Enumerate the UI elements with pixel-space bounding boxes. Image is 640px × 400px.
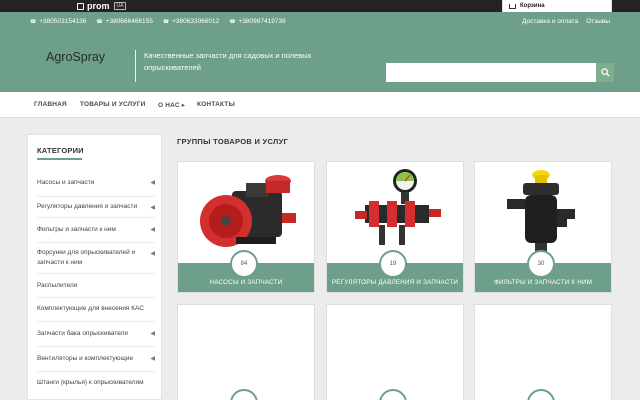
search-icon (600, 68, 610, 77)
cart-label: Корзина (520, 3, 545, 9)
sidebar-item-label: Запчасти бака опрыскивателя (37, 330, 128, 337)
sidebar-item-nozzles[interactable]: Форсунки для опрыскивателей и запчасти к… (37, 243, 155, 274)
prom-logo-icon (77, 2, 84, 10)
sidebar-item-sprayers[interactable]: Распылители (37, 274, 155, 298)
sidebar-item-label: Штанги (крылья) к опрыскивателям (37, 379, 144, 386)
card-count-badge (527, 389, 555, 400)
header-divider (135, 50, 136, 82)
reviews-link[interactable]: Отзывы (586, 18, 610, 25)
prom-logo[interactable]: prom UA (77, 1, 127, 11)
chevron-left-icon: ◀ (150, 331, 155, 337)
search-button[interactable] (596, 63, 614, 82)
product-image (178, 162, 314, 263)
card-count-badge: 30 (527, 250, 555, 278)
card-count-badge (379, 389, 407, 400)
cart-icon (509, 3, 516, 9)
top-bar: prom UA Корзина (0, 0, 640, 13)
sidebar-item-regulators[interactable]: Регуляторы давления и запчасти ◀ (37, 197, 155, 218)
site-header: +380503154136 +380666466155 +38063306601… (0, 12, 640, 92)
sidebar-item-label: Регуляторы давления и запчасти (37, 203, 138, 210)
card-label: ФИЛЬТРЫ И ЗАПЧАСТИ К НИМ (493, 279, 593, 286)
filter-icon (507, 170, 575, 253)
sidebar-item-tank-parts[interactable]: Запчасти бака опрыскивателя ◀ (37, 322, 155, 347)
sidebar-item-fans[interactable]: Вентиляторы и комплектующие ◀ (37, 347, 155, 372)
card-count-badge (230, 389, 258, 400)
category-card[interactable] (326, 304, 464, 400)
sidebar-item-filters[interactable]: Фильтры и запчасти к ним ◀ (37, 218, 155, 243)
category-card-filters[interactable]: 30 ФИЛЬТРЫ И ЗАПЧАСТИ К НИМ (474, 161, 612, 293)
sidebar-item-label: Комплектующие для внесения КАС (37, 305, 144, 312)
phone-link[interactable]: +380633066012 (163, 18, 219, 25)
sidebar-item-label: Насосы и запчасти (37, 179, 95, 186)
prom-logo-badge: UA (113, 2, 127, 10)
sidebar-item-label: Форсунки для опрыскивателей и запчасти к… (37, 249, 136, 266)
nav-item-contacts[interactable]: КОНТАКТЫ (197, 101, 235, 108)
site-tagline: Качественные запчасти для садовых и поле… (144, 51, 312, 72)
sidebar-title-underline (37, 158, 82, 160)
category-card[interactable] (177, 304, 315, 400)
product-image (327, 162, 463, 263)
site-logo[interactable]: AgroSpray (46, 50, 105, 64)
header-links: Доставка и оплата Отзывы (522, 18, 610, 25)
sidebar-item-pumps[interactable]: Насосы и запчасти ◀ (37, 170, 155, 197)
nav-item-home[interactable]: ГЛАВНАЯ (34, 101, 67, 108)
pump-icon (200, 175, 296, 247)
sidebar-item-label: Распылители (37, 282, 78, 289)
category-card-pumps[interactable]: 84 НАСОСЫ И ЗАПЧАСТИ (177, 161, 315, 293)
search-input[interactable] (386, 63, 596, 82)
card-label: НАСОСЫ И ЗАПЧАСТИ (209, 279, 283, 286)
category-card-regulators[interactable]: 19 РЕГУЛЯТОРЫ ДАВЛЕНИЯ И ЗАПЧАСТИ (326, 161, 464, 293)
chevron-left-icon: ◀ (150, 356, 155, 362)
chevron-left-icon: ◀ (150, 251, 155, 257)
sidebar-item-label: Вентиляторы и комплектующие (37, 355, 134, 362)
sidebar-item-label: Фильтры и запчасти к ним (37, 226, 116, 233)
phone-link[interactable]: +380666466155 (96, 18, 153, 25)
card-count-badge: 84 (230, 250, 258, 278)
pressure-regulator-icon (355, 169, 441, 245)
phone-link[interactable]: +380503154136 (30, 18, 86, 25)
chevron-left-icon: ◀ (150, 180, 155, 186)
sidebar-item-kas[interactable]: Комплектующие для внесения КАС (37, 298, 155, 322)
category-list: Насосы и запчасти ◀ Регуляторы давления … (37, 170, 155, 394)
nav-item-products[interactable]: ТОВАРЫ И УСЛУГИ (80, 101, 145, 108)
chevron-left-icon: ◀ (150, 227, 155, 233)
category-sidebar: КАТЕГОРИИ Насосы и запчасти ◀ Регуляторы… (27, 134, 162, 400)
main-nav: ГЛАВНАЯ ТОВАРЫ И УСЛУГИ О НАС ▸ КОНТАКТЫ (0, 92, 640, 118)
prom-logo-text: prom (87, 1, 110, 11)
card-count-badge: 19 (379, 250, 407, 278)
card-label: РЕГУЛЯТОРЫ ДАВЛЕНИЯ И ЗАПЧАСТИ (331, 279, 459, 286)
chevron-left-icon: ◀ (150, 205, 155, 211)
sidebar-item-booms[interactable]: Штанги (крылья) к опрыскивателям (37, 372, 155, 394)
nav-item-about[interactable]: О НАС ▸ (158, 101, 185, 109)
phone-link[interactable]: +380987419739 (229, 18, 286, 25)
sidebar-title: КАТЕГОРИИ (37, 146, 84, 155)
category-card[interactable] (474, 304, 612, 400)
page-title: ГРУППЫ ТОВАРОВ И УСЛУГ (177, 137, 289, 146)
phone-list: +380503154136 +380666466155 +38063306601… (30, 18, 286, 25)
product-image (475, 162, 611, 263)
delivery-link[interactable]: Доставка и оплата (522, 18, 578, 25)
